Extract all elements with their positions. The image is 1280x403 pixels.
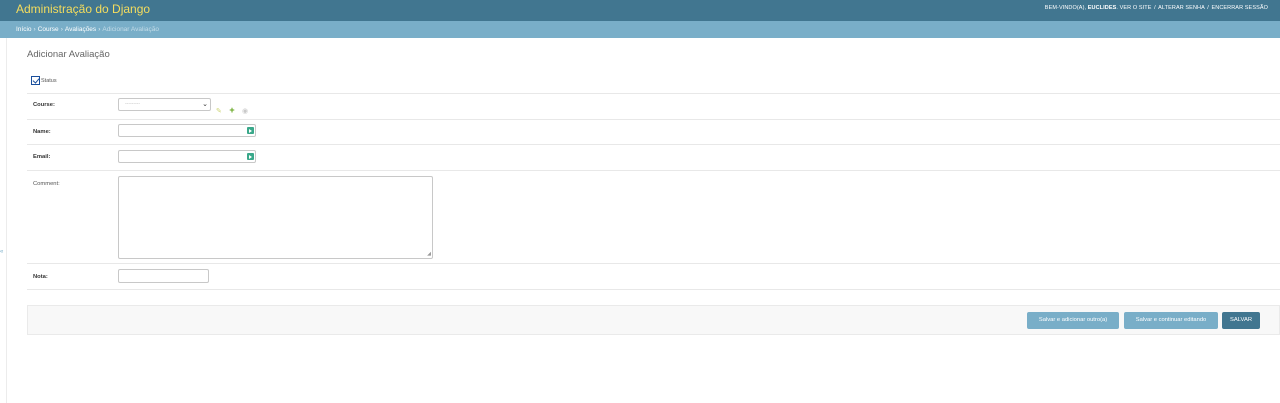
- name-label: Name:: [33, 129, 51, 135]
- nota-input[interactable]: [118, 269, 209, 283]
- autofill-icon[interactable]: [247, 153, 254, 160]
- breadcrumb-avaliacoes[interactable]: Avaliações: [65, 26, 96, 33]
- course-select[interactable]: --------- ⌄: [118, 98, 211, 111]
- header: Administração do Django BEM-VINDO(A), EU…: [0, 0, 1280, 21]
- nota-label: Nota:: [33, 274, 48, 280]
- sidebar-divider: [6, 38, 7, 403]
- comment-label: Comment:: [33, 181, 60, 187]
- change-password-link[interactable]: ALTERAR SENHA: [1158, 5, 1204, 11]
- name-field-row: Name:: [27, 120, 1280, 145]
- status-field-row: Status: [27, 75, 1280, 94]
- related-widget-actions: ✎ + ◉: [216, 100, 251, 115]
- autofill-icon[interactable]: [247, 127, 254, 134]
- course-label: Course:: [33, 102, 55, 108]
- submit-row: Salvar e adicionar outro(a) Salvar e con…: [27, 305, 1280, 335]
- add-related-icon[interactable]: +: [229, 105, 234, 115]
- view-site-link[interactable]: VER O SITE: [1120, 5, 1152, 11]
- email-field[interactable]: [118, 150, 256, 163]
- save-continue-editing-button[interactable]: Salvar e continuar editando: [1124, 312, 1218, 329]
- status-label: Status: [41, 78, 57, 84]
- resize-handle-icon[interactable]: ◢: [427, 252, 431, 257]
- logout-link[interactable]: ENCERRAR SESSÃO: [1211, 5, 1268, 11]
- status-checkbox[interactable]: [31, 76, 40, 85]
- page-title: Adicionar Avaliação: [27, 49, 110, 60]
- name-input[interactable]: [118, 124, 256, 137]
- comment-textarea[interactable]: ◢: [118, 176, 433, 259]
- breadcrumb-course[interactable]: Course: [38, 26, 59, 33]
- breadcrumb-home[interactable]: Início: [16, 26, 32, 33]
- save-button[interactable]: SALVAR: [1222, 312, 1260, 329]
- breadcrumb: Início › Course › Avaliações › Adicionar Avali…: [0, 21, 1280, 38]
- nota-field-row: Nota:: [27, 264, 1280, 290]
- comment-field-row: Comment: ◢: [27, 171, 1280, 264]
- welcome-text: BEM-VINDO(A),: [1044, 5, 1087, 11]
- nav-sidebar-toggle-icon[interactable]: «: [0, 249, 3, 255]
- separator: /: [1207, 5, 1209, 11]
- save-add-another-button[interactable]: Salvar e adicionar outro(a): [1027, 312, 1119, 329]
- course-selected-value: ---------: [125, 101, 140, 107]
- view-related-icon[interactable]: ◉: [242, 107, 248, 117]
- breadcrumb-current: Adicionar Avaliação: [102, 26, 159, 33]
- separator: /: [1154, 5, 1156, 11]
- email-label: Email:: [33, 154, 51, 160]
- edit-related-icon[interactable]: ✎: [216, 107, 222, 117]
- chevron-down-icon: ⌄: [202, 101, 208, 108]
- user-tools: BEM-VINDO(A), EUCLIDES. VER O SITE / ALT…: [1044, 5, 1268, 11]
- course-field-row: Course: --------- ⌄ ✎ + ◉: [27, 93, 1280, 120]
- site-brand[interactable]: Administração do Django: [16, 1, 150, 17]
- email-field-row: Email:: [27, 145, 1280, 171]
- username: EUCLIDES: [1087, 5, 1117, 11]
